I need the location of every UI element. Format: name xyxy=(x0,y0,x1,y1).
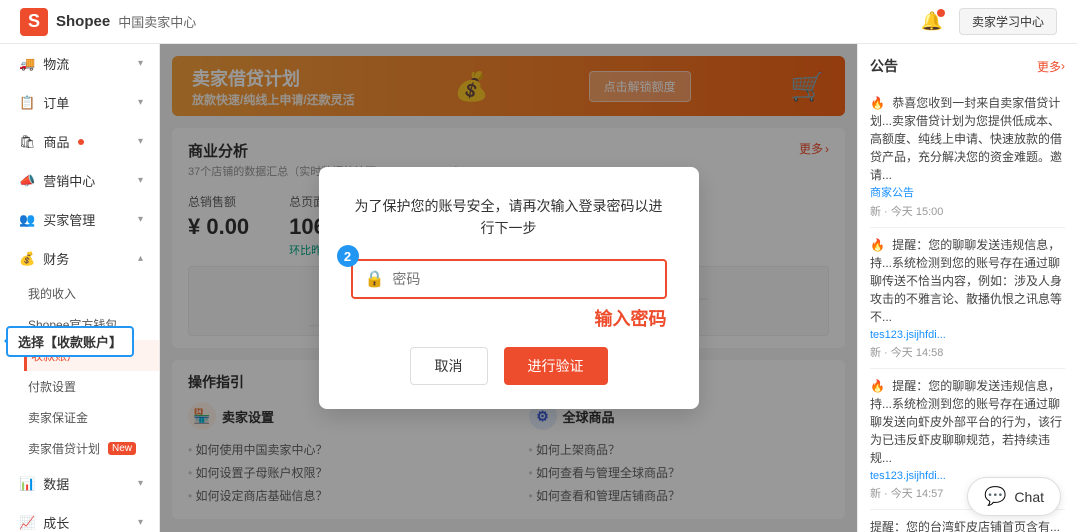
chevron-up-icon: ▴ xyxy=(138,253,143,264)
sidebar-item-data[interactable]: 📊 数据 ▾ xyxy=(0,464,159,503)
modal-description: 为了保护您的账号安全，请再次输入登录密码以进行下一步 xyxy=(351,195,667,240)
notification-bell[interactable]: 🔔 xyxy=(921,11,943,32)
chat-button[interactable]: 💬 Chat xyxy=(967,477,1061,516)
sidebar-label-marketing: 营销中心 xyxy=(43,171,95,190)
study-center-button[interactable]: 卖家学习中心 xyxy=(959,8,1057,35)
notice-link-1[interactable]: tes123.jsijhfdi... xyxy=(870,329,946,341)
annotation-badge-2: 2 xyxy=(337,245,359,267)
sidebar-item-products[interactable]: 🛍 商品 ▾ xyxy=(0,122,159,161)
chevron-down-icon: ▾ xyxy=(138,478,143,489)
password-modal: 为了保护您的账号安全，请再次输入登录密码以进行下一步 🔒 输入密码 2 取消 进… xyxy=(319,167,699,410)
sidebar-label-buyer-mgmt: 买家管理 xyxy=(43,210,95,229)
products-dot xyxy=(78,139,84,145)
password-input[interactable] xyxy=(392,271,652,287)
data-icon: 📊 xyxy=(19,476,35,492)
chevron-down-icon: ▾ xyxy=(138,517,143,528)
sidebar-label-finance: 财务 xyxy=(43,249,69,268)
fire-icon-1: 🔥 xyxy=(870,236,885,254)
chat-icon: 💬 xyxy=(984,486,1006,507)
cancel-button[interactable]: 取消 xyxy=(410,347,488,385)
sidebar-sub-seller-loan[interactable]: 卖家借贷计划 New xyxy=(28,433,159,464)
chat-label: Chat xyxy=(1014,489,1044,505)
sidebar-item-logistics[interactable]: 🚚 物流 ▾ xyxy=(0,44,159,83)
notice-link-2[interactable]: tes123.jsijhfdi... xyxy=(870,470,946,482)
header-right: 🔔 卖家学习中心 xyxy=(921,8,1057,35)
orders-icon: 📋 xyxy=(19,95,35,111)
notice-item-0: 🔥 恭喜您收到一封来自卖家借贷计划...卖家借贷计划为您提供低成本、高额度、纯线… xyxy=(870,86,1065,228)
right-panel: 公告 更多 › 🔥 恭喜您收到一封来自卖家借贷计划...卖家借贷计划为您提供低成… xyxy=(857,44,1077,532)
notice-item-1: 🔥 提醒：您的聊聊发送违规信息，持...系统检测到您的账号存在通过聊聊传送不恰当… xyxy=(870,228,1065,369)
products-icon: 🛍 xyxy=(19,134,36,150)
panel-header: 公告 更多 › xyxy=(870,56,1065,76)
fire-icon-0: 🔥 xyxy=(870,94,885,112)
chevron-down-icon: ▾ xyxy=(138,97,143,108)
panel-more-link[interactable]: 更多 › xyxy=(1037,58,1065,75)
password-input-wrap[interactable]: 🔒 xyxy=(351,259,667,299)
modal-body: 为了保护您的账号安全，请再次输入登录密码以进行下一步 🔒 输入密码 2 取消 进… xyxy=(351,195,667,386)
annotation-tooltip-1: 选择【收款账户】 xyxy=(6,326,134,357)
finance-submenu: 我的收入 Shopee官方钱包 收款账户 付款设置 卖家保证金 卖家借贷计划 N… xyxy=(0,278,159,464)
chevron-down-icon: ▾ xyxy=(138,175,143,186)
sidebar-item-buyer-mgmt[interactable]: 👥 买家管理 ▾ xyxy=(0,200,159,239)
bell-dot xyxy=(937,9,945,17)
notice-link-0[interactable]: 商家公告 xyxy=(870,187,914,199)
lock-icon: 🔒 xyxy=(365,269,385,289)
panel-title: 公告 xyxy=(870,56,898,76)
input-hint: 输入密码 xyxy=(351,305,667,331)
modal-overlay: 为了保护您的账号安全，请再次输入登录密码以进行下一步 🔒 输入密码 2 取消 进… xyxy=(160,44,857,532)
sidebar-sub-payment-settings[interactable]: 付款设置 xyxy=(28,371,159,402)
sidebar: 🚚 物流 ▾ 📋 订单 ▾ 🛍 商品 ▾ 📣 营销中心 xyxy=(0,44,160,532)
header: S Shopee 中国卖家中心 🔔 卖家学习中心 xyxy=(0,0,1077,44)
buyer-mgmt-icon: 👥 xyxy=(19,212,35,228)
sidebar-item-finance[interactable]: 💰 财务 ▴ xyxy=(0,239,159,278)
modal-actions: 取消 进行验证 xyxy=(351,347,667,385)
sidebar-item-orders[interactable]: 📋 订单 ▾ xyxy=(0,83,159,122)
sidebar-item-marketing[interactable]: 📣 营销中心 ▾ xyxy=(0,161,159,200)
sidebar-label-data: 数据 xyxy=(43,474,69,493)
notice-time-1: 新 · 今天 14:58 xyxy=(870,344,1065,360)
growth-icon: 📈 xyxy=(19,515,35,531)
sidebar-sub-seller-deposit[interactable]: 卖家保证金 xyxy=(28,402,159,433)
logo-subtitle: 中国卖家中心 xyxy=(118,12,196,31)
marketing-icon: 📣 xyxy=(19,173,35,189)
chevron-down-icon: ▾ xyxy=(138,214,143,225)
chevron-right-icon: › xyxy=(1061,59,1065,73)
chevron-down-icon: ▾ xyxy=(138,136,143,147)
sidebar-label-orders: 订单 xyxy=(43,93,69,112)
logo: S Shopee 中国卖家中心 xyxy=(20,8,196,36)
verify-button[interactable]: 进行验证 xyxy=(504,347,608,385)
fire-icon-2: 🔥 xyxy=(870,377,885,395)
sidebar-label-growth: 成长 xyxy=(43,513,69,532)
logistics-icon: 🚚 xyxy=(19,56,35,72)
sidebar-label-products: 商品 xyxy=(44,132,70,151)
chevron-down-icon: ▾ xyxy=(138,58,143,69)
finance-icon: 💰 xyxy=(19,251,35,267)
shopee-logo-icon: S xyxy=(20,8,48,36)
logo-text: Shopee xyxy=(56,13,110,30)
annotation-1: 1 选择【收款账户】 xyxy=(6,330,28,352)
new-badge: New xyxy=(108,442,136,455)
sidebar-item-growth[interactable]: 📈 成长 ▾ xyxy=(0,503,159,532)
sidebar-label-logistics: 物流 xyxy=(43,54,69,73)
notice-time-0: 新 · 今天 15:00 xyxy=(870,203,1065,219)
sidebar-sub-my-income[interactable]: 我的收入 xyxy=(28,278,159,309)
